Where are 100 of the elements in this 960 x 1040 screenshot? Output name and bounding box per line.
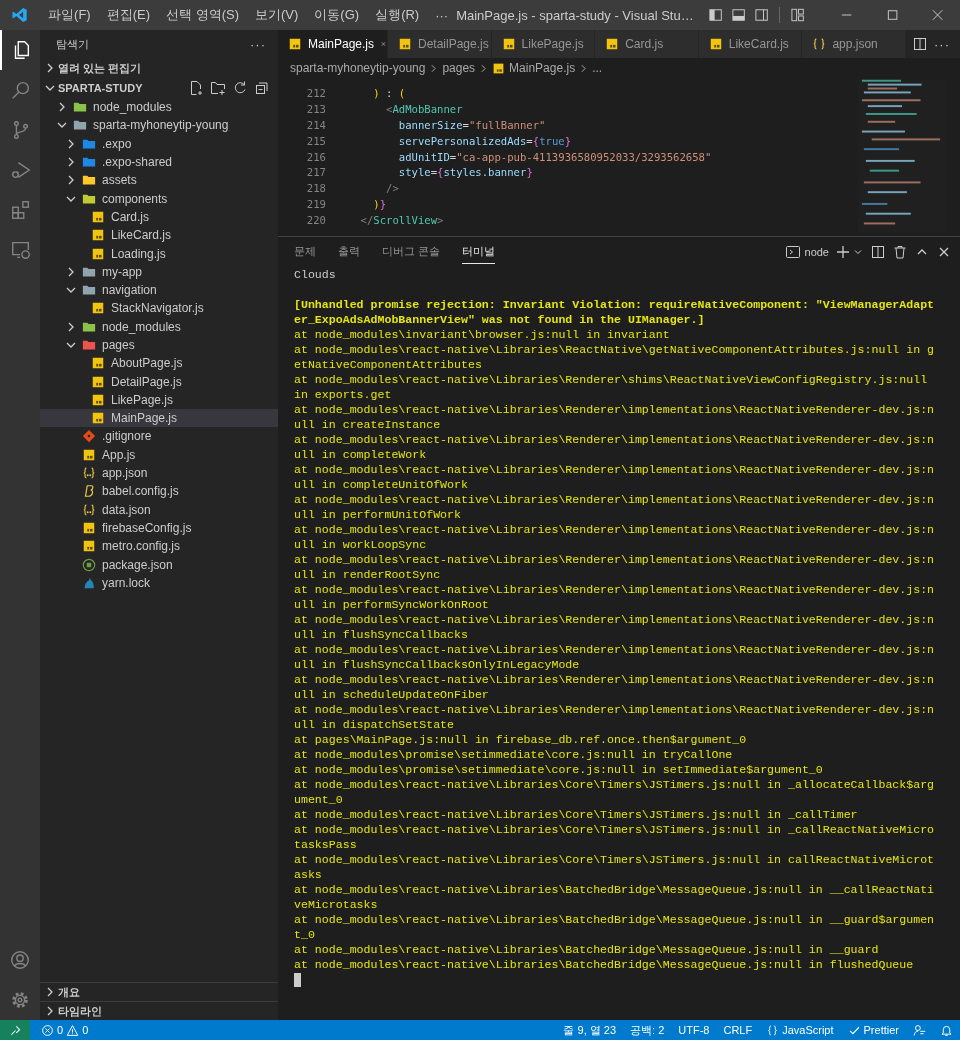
- panel-tab[interactable]: 출력: [338, 240, 360, 264]
- menu-item[interactable]: 선택 영역(S): [158, 6, 247, 24]
- split-editor-icon[interactable]: [911, 36, 928, 52]
- terminal-selector[interactable]: node: [784, 244, 829, 260]
- terminal-line: ull in performUnitOfWork: [294, 507, 462, 522]
- line-number: 213: [305, 102, 326, 115]
- trash-icon[interactable]: [892, 244, 908, 260]
- breadcrumb-item[interactable]: pages: [442, 61, 476, 75]
- new-file-icon[interactable]: [188, 80, 204, 96]
- editor-tab[interactable]: Card.js: [595, 30, 699, 58]
- json-file-icon: [82, 502, 96, 517]
- tree-item[interactable]: AboutPage.js: [40, 354, 278, 373]
- refresh-icon[interactable]: [232, 80, 248, 96]
- editor-tab[interactable]: LikePage.js: [491, 30, 596, 58]
- js-file-icon: [398, 37, 412, 51]
- tree-item[interactable]: node_modules: [40, 317, 278, 336]
- code-line: </ScrollView>: [359, 214, 444, 227]
- panel-layout-icon[interactable]: [730, 7, 747, 23]
- js-file-icon: [288, 37, 302, 51]
- babel-file-icon: [82, 484, 96, 499]
- tree-item[interactable]: node_modules: [40, 98, 278, 117]
- terminal-line: ull in dispatchSetState: [294, 717, 456, 732]
- tree-item[interactable]: firebaseConfig.js: [40, 518, 278, 538]
- tree-item[interactable]: yarn.lock: [40, 573, 278, 592]
- new-folder-icon[interactable]: [210, 80, 226, 96]
- menu-item[interactable]: 편집(E): [98, 6, 159, 24]
- breadcrumb-item[interactable]: sparta-myhoneytip-young: [290, 61, 426, 75]
- terminal-line: at pages\MainPage.js:null in firebase_db.ref.once.then$argument_0: [294, 732, 748, 747]
- tree-item[interactable]: navigation: [40, 280, 278, 300]
- tree-item[interactable]: StackNavigator.js: [40, 299, 278, 318]
- tree-item[interactable]: .expo: [40, 134, 278, 153]
- tree-item[interactable]: my-app: [40, 262, 278, 281]
- feedback-icon[interactable]: [913, 1023, 926, 1037]
- more-actions[interactable]: ···: [250, 36, 266, 52]
- tree-item[interactable]: MainPage.js: [40, 409, 278, 428]
- project-title: SPARTA-STUDY: [58, 82, 143, 94]
- tree-item[interactable]: LikePage.js: [40, 390, 278, 410]
- terminal-icon: [784, 244, 801, 260]
- status-item[interactable]: 공백: 2: [623, 1020, 672, 1040]
- customize-layout-icon[interactable]: [790, 7, 806, 23]
- terminal-line: ull in createInstance: [294, 417, 442, 432]
- split-terminal-icon[interactable]: [870, 244, 886, 260]
- language-mode[interactable]: JavaScript: [759, 1020, 841, 1040]
- editor-tab[interactable]: app.json: [802, 30, 906, 58]
- section-header[interactable]: 개요: [40, 982, 278, 1001]
- terminal-line: at node_modules\react-native\Libraries\BatchedBridge\MessageQueue.js:null in __guard: [294, 942, 880, 957]
- right-sidebar-layout-icon[interactable]: [754, 7, 770, 23]
- json-file-icon: [82, 466, 96, 481]
- menu-item[interactable]: 보기(V): [247, 6, 307, 24]
- warning-icon: [66, 1023, 80, 1037]
- tree-item[interactable]: App.js: [40, 445, 278, 464]
- tree-item[interactable]: data.json: [40, 500, 278, 519]
- status-item[interactable]: UTF-8: [671, 1020, 717, 1040]
- terminal-line: at node_modules\react-native\Libraries\Core\Timers\JSTimers.js:null in _callTimer: [294, 807, 859, 822]
- tree-item[interactable]: pages: [40, 335, 278, 355]
- tree-item[interactable]: LikeCard.js: [40, 226, 278, 245]
- run-debug-icon: [10, 159, 32, 181]
- more-menu[interactable]: ···: [427, 7, 457, 23]
- status-item[interactable]: CRLF: [716, 1020, 760, 1040]
- formatter-status[interactable]: Prettier: [840, 1020, 906, 1040]
- tree-item[interactable]: .gitignore: [40, 427, 278, 446]
- breadcrumb-item[interactable]: ...: [592, 61, 603, 75]
- editor-tab[interactable]: LikeCard.js: [698, 30, 803, 58]
- tree-item[interactable]: .expo-shared: [40, 152, 278, 172]
- line-number: 217: [305, 166, 326, 179]
- panel-tab[interactable]: 터미널: [462, 240, 496, 264]
- tree-item[interactable]: metro.config.js: [40, 537, 278, 556]
- tree-item[interactable]: components: [40, 189, 278, 208]
- tree-item[interactable]: assets: [40, 171, 278, 190]
- bell-icon[interactable]: [940, 1023, 953, 1037]
- tree-item[interactable]: sparta-myhoneytip-young: [40, 116, 278, 135]
- plus-icon[interactable]: [835, 244, 851, 260]
- status-item[interactable]: 줄 9, 열 23: [556, 1020, 624, 1040]
- terminal-line: etNativeComponentAttributes: [294, 357, 483, 372]
- panel-tab[interactable]: 디버그 콘솔: [382, 240, 441, 264]
- line-number: 214: [305, 118, 326, 131]
- more-actions[interactable]: ···: [933, 36, 950, 52]
- search-icon: [10, 79, 32, 101]
- menu-item[interactable]: 파일(F): [40, 6, 99, 24]
- editor-tab[interactable]: DetailPage.js: [388, 30, 492, 58]
- collapse-all-icon[interactable]: [254, 80, 270, 96]
- tree-item[interactable]: Card.js: [40, 207, 278, 227]
- panel-tab[interactable]: 문제: [294, 240, 316, 264]
- section-header[interactable]: 열려 있는 편집기: [40, 58, 278, 78]
- menu-item[interactable]: 실행(R): [367, 6, 428, 24]
- json-file-icon: [812, 37, 827, 51]
- package-file-icon: [82, 557, 96, 572]
- tree-item[interactable]: Loading.js: [40, 244, 278, 263]
- breadcrumb-item[interactable]: MainPage.js: [509, 61, 576, 75]
- account-icon[interactable]: [9, 949, 31, 971]
- tree-item[interactable]: package.json: [40, 555, 278, 574]
- terminal-line: at node_modules\react-native\Libraries\Renderer\implementations\ReactNativeRenderer-dev.js:n: [294, 672, 936, 687]
- tree-item[interactable]: DetailPage.js: [40, 372, 278, 391]
- tree-item[interactable]: app.json: [40, 463, 278, 483]
- settings-icon[interactable]: [9, 989, 31, 1011]
- tree-item[interactable]: babel.config.js: [40, 482, 278, 501]
- problems-button[interactable]: 0 0: [34, 1020, 96, 1040]
- menu-item[interactable]: 이동(G): [306, 6, 368, 24]
- editor-tab[interactable]: MainPage.js: [278, 30, 388, 58]
- sidebar-layout-icon[interactable]: [707, 7, 723, 23]
